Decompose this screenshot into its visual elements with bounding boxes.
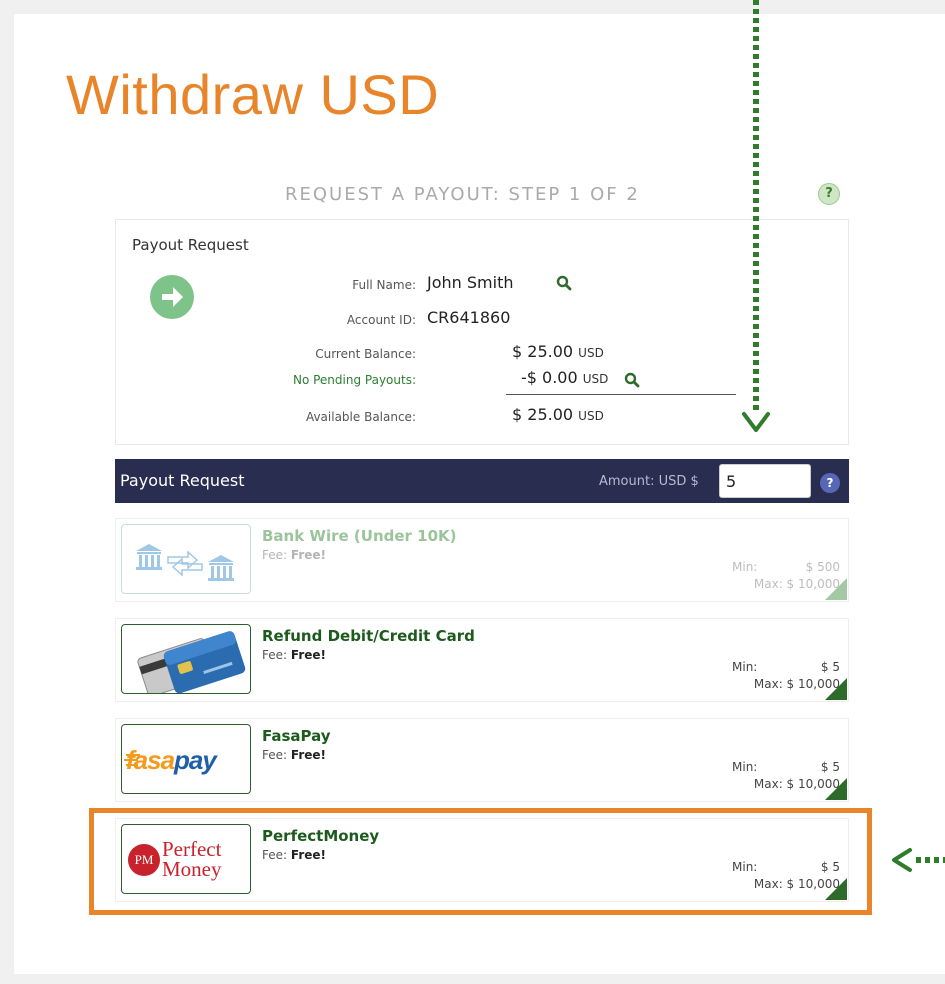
fee-value: Free! bbox=[290, 748, 326, 762]
min-value: $ 5 bbox=[820, 660, 840, 674]
fee-label: Fee: bbox=[262, 748, 288, 762]
pending-payouts-label[interactable]: No Pending Payouts: bbox=[156, 373, 416, 387]
method-limits: Min: $ 500 Max: $ 10,000 bbox=[732, 559, 840, 593]
max-label: Max: $ 10,000 bbox=[753, 677, 840, 691]
search-icon[interactable] bbox=[556, 275, 572, 295]
method-fee: Fee: Free! bbox=[262, 548, 326, 562]
method-name: Bank Wire (Under 10K) bbox=[262, 527, 457, 545]
payout-request-bar: Payout Request Amount: USD $ ? bbox=[115, 459, 849, 503]
currency-label: USD bbox=[582, 372, 609, 386]
payout-method-card[interactable]: Refund Debit/Credit Card Fee: Free! Min:… bbox=[115, 618, 849, 702]
page-title: Withdraw USD bbox=[66, 63, 440, 126]
amount-label: Amount: USD $ bbox=[599, 474, 699, 489]
payout-summary-panel: Payout Request Full Name: John Smith Acc… bbox=[115, 219, 849, 445]
min-label: Min: bbox=[732, 760, 758, 774]
full-name-value: John Smith bbox=[427, 273, 514, 292]
currency-label: USD bbox=[578, 409, 604, 423]
method-limits: Min: $ 5 Max: $ 10,000 bbox=[732, 659, 840, 693]
arrow-down-icon bbox=[742, 412, 770, 432]
payout-method-fasapay[interactable]: fasapay FasaPay Fee: Free! Min: $ 5 Max: … bbox=[115, 718, 849, 802]
credit-card-logo bbox=[121, 624, 251, 694]
balance-divider bbox=[506, 394, 736, 395]
search-icon[interactable] bbox=[624, 372, 640, 392]
corner-indicator bbox=[825, 678, 847, 700]
summary-heading: Payout Request bbox=[132, 236, 249, 254]
current-balance-value: $ 25.00 USD bbox=[512, 342, 604, 361]
method-limits: Min: $ 5 Max: $ 10,000 bbox=[732, 759, 840, 793]
method-fee: Fee: Free! bbox=[262, 748, 326, 762]
help-icon[interactable]: ? bbox=[820, 473, 840, 493]
step-indicator: REQUEST A PAYOUT: STEP 1 OF 2 bbox=[285, 184, 640, 205]
corner-indicator bbox=[825, 778, 847, 800]
fee-label: Fee: bbox=[262, 548, 288, 562]
max-label: Max: $ 10,000 bbox=[753, 777, 840, 791]
method-name: FasaPay bbox=[262, 727, 331, 745]
fee-label: Fee: bbox=[262, 648, 288, 662]
payout-method-bank-wire[interactable]: Bank Wire (Under 10K) Fee: Free! Min: $ 5… bbox=[115, 518, 849, 602]
annotation-dotted-line bbox=[753, 0, 759, 412]
account-id-value: CR641860 bbox=[427, 308, 511, 327]
pending-payouts-value: -$ 0.00 USD bbox=[521, 368, 608, 387]
full-name-label: Full Name: bbox=[352, 278, 416, 292]
fasapay-logo: fasapay bbox=[121, 724, 251, 794]
available-balance-value: $ 25.00 USD bbox=[512, 405, 604, 424]
help-icon[interactable]: ? bbox=[818, 183, 840, 205]
current-balance-label: Current Balance: bbox=[315, 347, 416, 361]
annotation-dotted-line bbox=[916, 857, 945, 863]
min-value: $ 5 bbox=[820, 760, 840, 774]
min-value: $ 500 bbox=[805, 560, 840, 574]
pending-amount: -$ 0.00 bbox=[521, 368, 578, 387]
payout-bar-label: Payout Request bbox=[120, 471, 245, 490]
available-balance-label: Available Balance: bbox=[305, 410, 416, 424]
arrow-left-icon bbox=[892, 848, 912, 872]
corner-indicator bbox=[825, 578, 847, 600]
fee-value: Free! bbox=[290, 548, 326, 562]
available-amount: $ 25.00 bbox=[512, 405, 574, 424]
bank-wire-logo bbox=[121, 524, 251, 594]
min-label: Min: bbox=[732, 660, 758, 674]
currency-label: USD bbox=[578, 346, 604, 360]
min-label: Min: bbox=[732, 560, 758, 574]
fee-value: Free! bbox=[290, 648, 326, 662]
highlight-frame bbox=[89, 808, 872, 915]
amount-input[interactable] bbox=[719, 464, 811, 498]
method-name: Refund Debit/Credit Card bbox=[262, 627, 475, 645]
account-id-label: Account ID: bbox=[346, 313, 416, 327]
current-balance-amount: $ 25.00 bbox=[512, 342, 574, 361]
max-label: Max: $ 10,000 bbox=[753, 577, 840, 591]
method-fee: Fee: Free! bbox=[262, 648, 326, 662]
